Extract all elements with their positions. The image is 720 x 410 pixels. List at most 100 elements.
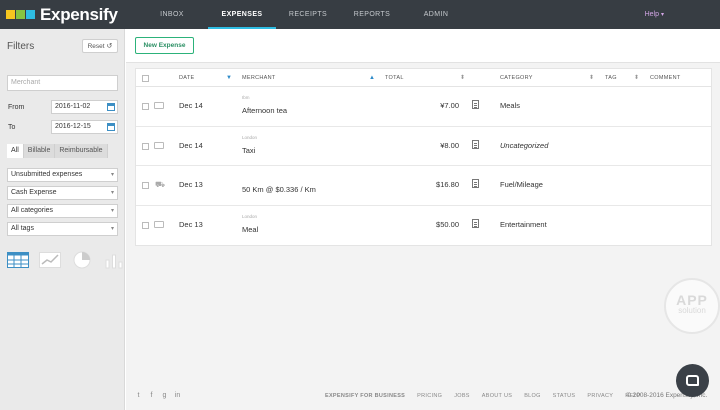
expense-merchant: 50 Km @ $0.336 / Km bbox=[242, 185, 316, 194]
header-date[interactable]: DATE bbox=[179, 69, 194, 87]
category-dropdown-value: All categories bbox=[11, 207, 54, 214]
nav-admin[interactable]: ADMIN bbox=[404, 0, 468, 29]
segment-billable[interactable]: Billable bbox=[23, 144, 56, 158]
sort-down-icon[interactable]: ▼ bbox=[226, 69, 232, 87]
nav-reports[interactable]: REPORTS bbox=[340, 0, 404, 29]
nav-inbox[interactable]: INBOX bbox=[136, 0, 208, 29]
receipt-icon[interactable] bbox=[154, 220, 164, 228]
expense-location: London bbox=[242, 134, 258, 140]
logo-green-square bbox=[16, 10, 25, 19]
linkedin-icon[interactable]: in bbox=[174, 392, 181, 399]
bar-chart-icon[interactable] bbox=[103, 251, 125, 269]
view-switcher bbox=[7, 251, 125, 269]
table-header: DATE ▼ MERCHANT ▲ TOTAL ⬍ CATEGORY ⬍ TAG… bbox=[136, 69, 711, 87]
footer-links: EXPENSIFY FOR BUSINESS PRICING JOBS ABOU… bbox=[325, 393, 653, 399]
app-name: Expensify bbox=[40, 4, 118, 24]
row-checkbox[interactable] bbox=[142, 103, 149, 110]
row-checkbox[interactable] bbox=[142, 182, 149, 189]
table-view-icon[interactable] bbox=[7, 251, 29, 269]
select-all-checkbox[interactable] bbox=[142, 75, 149, 82]
footer-link-business[interactable]: EXPENSIFY FOR BUSINESS bbox=[325, 393, 405, 399]
header-category[interactable]: CATEGORY bbox=[500, 69, 533, 87]
google-plus-icon[interactable]: g bbox=[161, 392, 168, 399]
sort-up-icon[interactable]: ▲ bbox=[369, 69, 375, 87]
document-icon[interactable] bbox=[472, 139, 479, 149]
expense-location: Ibm bbox=[242, 95, 250, 100]
segment-reimbursable[interactable]: Reimbursable bbox=[55, 144, 108, 158]
chevron-down-icon: ▾ bbox=[110, 226, 114, 232]
header-tag[interactable]: TAG bbox=[605, 69, 617, 87]
calendar-icon[interactable] bbox=[107, 103, 115, 111]
main-nav: INBOX EXPENSES RECEIPTS REPORTS ADMIN bbox=[136, 0, 468, 29]
expenses-table: DATE ▼ MERCHANT ▲ TOTAL ⬍ CATEGORY ⬍ TAG… bbox=[135, 68, 712, 246]
row-checkbox[interactable] bbox=[142, 142, 149, 150]
nav-expenses[interactable]: EXPENSES bbox=[208, 0, 276, 29]
expense-date: Dec 14 bbox=[179, 101, 203, 110]
footer-link-jobs[interactable]: JOBS bbox=[454, 393, 470, 399]
header-merchant[interactable]: MERCHANT bbox=[242, 69, 276, 87]
type-dropdown-value: Cash Expense bbox=[11, 189, 57, 196]
tag-dropdown[interactable]: All tags ▾ bbox=[7, 222, 118, 236]
from-date-value: 2016-11-02 bbox=[55, 103, 91, 110]
expense-merchant: Afternoon tea bbox=[242, 106, 288, 115]
chevron-down-icon: ▾ bbox=[110, 208, 114, 214]
expense-amount: ¥8.00 bbox=[440, 140, 459, 150]
expensify-logo[interactable]: Expensify bbox=[6, 5, 136, 25]
to-date-value: 2016-12-15 bbox=[55, 123, 91, 130]
to-date-input[interactable]: 2016-12-15 bbox=[51, 120, 118, 134]
table-row[interactable]: Dec 13 London Meal $50.00 Entertainment bbox=[136, 206, 711, 246]
footer-link-blog[interactable]: BLOG bbox=[524, 393, 540, 399]
nav-receipts[interactable]: RECEIPTS bbox=[276, 0, 340, 29]
segment-all[interactable]: All bbox=[7, 144, 24, 158]
footer-link-about[interactable]: ABOUT US bbox=[482, 393, 512, 399]
merchant-input[interactable]: Merchant bbox=[7, 75, 118, 91]
tag-dropdown-value: All tags bbox=[11, 225, 34, 232]
from-date-input[interactable]: 2016-11-02 bbox=[51, 100, 118, 114]
document-icon[interactable] bbox=[472, 100, 479, 109]
filters-sidebar: Filters Reset ↺ Merchant From 2016-11-02… bbox=[0, 29, 125, 410]
to-label: To bbox=[8, 124, 16, 131]
new-expense-button[interactable]: New Expense bbox=[135, 37, 194, 54]
footer-link-status[interactable]: STATUS bbox=[553, 393, 576, 399]
receipt-icon[interactable] bbox=[154, 102, 164, 109]
expense-category: Meals bbox=[500, 101, 521, 110]
row-checkbox[interactable] bbox=[142, 221, 149, 229]
reset-button[interactable]: Reset ↺ bbox=[82, 39, 118, 53]
line-chart-icon[interactable] bbox=[39, 251, 61, 269]
header-total[interactable]: TOTAL bbox=[385, 69, 404, 87]
expense-amount: $16.80 bbox=[436, 180, 459, 189]
document-icon[interactable] bbox=[472, 179, 479, 188]
pie-chart-icon[interactable] bbox=[71, 251, 93, 269]
table-row[interactable]: Dec 14 London Taxi ¥8.00 Uncategorized bbox=[136, 127, 711, 166]
top-nav-bar: Expensify INBOX EXPENSES RECEIPTS REPORT… bbox=[0, 0, 720, 29]
car-icon: ⛟ bbox=[155, 180, 166, 189]
category-dropdown[interactable]: All categories ▾ bbox=[7, 204, 118, 218]
calendar-icon[interactable] bbox=[107, 123, 115, 131]
chat-button[interactable] bbox=[676, 364, 709, 397]
table-row[interactable]: ⛟ Dec 13 50 Km @ $0.336 / Km $16.80 Fuel… bbox=[136, 166, 711, 206]
watermark-line2: solution bbox=[678, 306, 706, 315]
status-dropdown[interactable]: Unsubmitted expenses ▾ bbox=[7, 168, 118, 182]
facebook-icon[interactable]: f bbox=[148, 392, 155, 399]
expense-amount: $50.00 bbox=[436, 219, 459, 229]
sort-icon[interactable]: ⬍ bbox=[460, 69, 465, 87]
help-menu[interactable]: Help ▾ bbox=[645, 0, 664, 29]
footer-link-privacy[interactable]: PRIVACY bbox=[587, 393, 613, 399]
type-dropdown[interactable]: Cash Expense ▾ bbox=[7, 186, 118, 200]
billable-filter: All Billable Reimbursable bbox=[7, 144, 108, 158]
sort-icon[interactable]: ⬍ bbox=[634, 69, 639, 87]
sort-icon[interactable]: ⬍ bbox=[589, 69, 594, 87]
reset-label: Reset bbox=[87, 42, 105, 50]
table-row[interactable]: Dec 14 Ibm Afternoon tea ¥7.00 Meals bbox=[136, 87, 711, 127]
reset-icon: ↺ bbox=[106, 43, 113, 50]
social-links: t f g in bbox=[135, 392, 181, 399]
twitter-icon[interactable]: t bbox=[135, 392, 142, 399]
logo-blue-square bbox=[26, 10, 35, 19]
expense-list-area: DATE ▼ MERCHANT ▲ TOTAL ⬍ CATEGORY ⬍ TAG… bbox=[126, 63, 720, 383]
receipt-icon[interactable] bbox=[154, 141, 164, 149]
status-dropdown-value: Unsubmitted expenses bbox=[11, 171, 83, 178]
document-icon[interactable] bbox=[472, 218, 479, 228]
help-label: Help bbox=[644, 11, 659, 18]
footer-link-pricing[interactable]: PRICING bbox=[417, 393, 442, 399]
header-comment[interactable]: COMMENT bbox=[650, 69, 681, 87]
